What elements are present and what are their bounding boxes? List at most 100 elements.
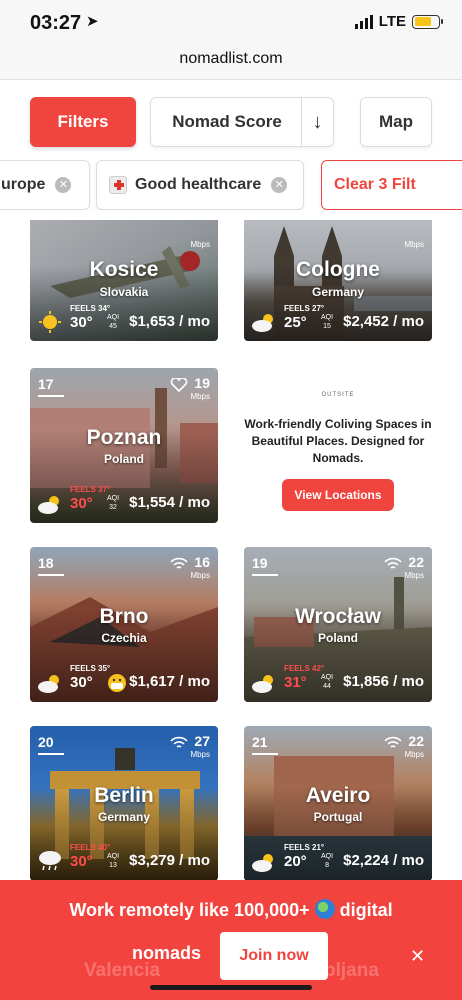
status-indicators: LTE xyxy=(354,13,443,30)
rank-underline xyxy=(38,574,64,576)
mask-face-icon xyxy=(108,674,126,692)
aqi: AQI 44 xyxy=(321,674,334,690)
aqi: AQI 13 xyxy=(107,853,120,869)
feels-like: FEELS 34° xyxy=(70,304,111,313)
city-card-kosice[interactable]: Mbps Kosice Slovakia FEELS 34° 30° AQI 45… xyxy=(30,220,218,341)
sort-select[interactable]: Nomad Score ↓ xyxy=(150,97,334,147)
close-icon[interactable]: ✕ xyxy=(410,946,425,967)
aqi: AQI 8 xyxy=(321,853,334,869)
feels-like: FEELS 42° xyxy=(284,664,325,673)
heart-icon[interactable] xyxy=(170,378,188,392)
sort-label[interactable]: Nomad Score xyxy=(151,98,303,146)
join-now-button[interactable]: Join now xyxy=(220,932,328,980)
feels-like: FEELS 27° xyxy=(284,304,325,313)
internet-speed: 22 xyxy=(408,733,424,749)
sort-direction-button[interactable]: ↓ xyxy=(301,98,333,146)
network-label: LTE xyxy=(378,13,406,30)
country-name: Poland xyxy=(103,452,144,466)
home-indicator[interactable] xyxy=(150,985,312,990)
speed-unit: Mbps xyxy=(404,750,424,759)
clear-filters-button[interactable]: Clear 3 Filt xyxy=(321,160,462,210)
active-filters: urope ✕ Good healthcare ✕ Clear 3 Filt xyxy=(0,160,462,210)
country-name: Portugal xyxy=(313,810,363,824)
location-arrow-icon: ➤ xyxy=(86,13,99,30)
globe-icon xyxy=(314,899,335,919)
cloud-sun-icon xyxy=(252,675,273,693)
city-name: Poznan xyxy=(86,426,162,449)
city-card-berlin[interactable]: 20 27 Mbps Berlin Germany FEELS 40° 30° … xyxy=(30,726,218,881)
internet-speed: 16 xyxy=(194,554,210,570)
temperature: 31° xyxy=(284,674,307,691)
hospital-icon xyxy=(109,176,127,194)
remove-filter-icon[interactable]: ✕ xyxy=(271,177,288,193)
cloud-sun-icon xyxy=(38,675,59,693)
promo-brand: OUTSITE xyxy=(321,392,355,398)
filters-button[interactable]: Filters xyxy=(30,97,136,147)
monthly-cost: $1,856 / mo xyxy=(343,673,424,690)
city-name: Aveiro xyxy=(305,784,371,807)
monthly-cost: $1,617 / mo xyxy=(129,673,210,690)
rank-underline xyxy=(252,753,278,755)
city-name: Wrocław xyxy=(295,605,381,628)
feels-like: FEELS 37° xyxy=(70,485,111,494)
chip-label: urope xyxy=(1,176,46,193)
city-name: Brno xyxy=(99,605,149,628)
rank: 18 xyxy=(38,555,54,571)
country-name: Germany xyxy=(97,810,151,824)
city-card-poznan[interactable]: 17 19 Mbps Poznan Poland FEELS 37° 30° A… xyxy=(30,368,218,523)
cloud-sun-icon xyxy=(252,314,273,332)
aqi: AQI 45 xyxy=(107,314,120,330)
map-button[interactable]: Map xyxy=(360,97,432,147)
internet-speed: 22 xyxy=(408,554,424,570)
rain-icon xyxy=(39,851,61,871)
monthly-cost: $2,452 / mo xyxy=(343,313,424,330)
ghost-city-right: bljana xyxy=(324,960,379,981)
internet-speed: 27 xyxy=(194,733,210,749)
city-name: Kosice xyxy=(89,258,159,281)
filter-chip-europe[interactable]: urope ✕ xyxy=(0,160,90,210)
city-card-cologne[interactable]: Mbps Cologne Germany FEELS 27° 25° AQI 15… xyxy=(244,220,432,341)
rank: 21 xyxy=(252,734,268,750)
controls-row: Filters Nomad Score ↓ Map xyxy=(0,97,462,147)
temperature: 30° xyxy=(70,314,93,331)
country-name: Slovakia xyxy=(99,285,149,299)
country-name: Germany xyxy=(311,285,365,299)
aqi: AQI 15 xyxy=(321,314,334,330)
internet-speed: 19 xyxy=(194,375,210,391)
city-card-brno[interactable]: 18 16 Mbps Brno Czechia FEELS 35° 30° $1… xyxy=(30,547,218,702)
url-text: nomadlist.com xyxy=(179,50,283,67)
address-bar[interactable]: nomadlist.com xyxy=(0,44,462,80)
monthly-cost: $1,653 / mo xyxy=(129,313,210,330)
temperature: 20° xyxy=(284,853,307,870)
speed-unit: Mbps xyxy=(190,571,210,580)
filter-chip-healthcare[interactable]: Good healthcare ✕ xyxy=(96,160,304,210)
cloud-sun-icon xyxy=(252,854,273,872)
sun-icon xyxy=(39,311,61,333)
banner-headline: Work remotely like 100,000+ digital xyxy=(69,899,393,920)
speed-unit: Mbps xyxy=(404,571,424,580)
battery-icon xyxy=(412,14,443,29)
city-card-wroclaw[interactable]: 19 22 Mbps Wrocław Poland FEELS 42° 31° … xyxy=(244,547,432,702)
status-time: 03:27 xyxy=(30,12,82,34)
speed-unit: Mbps xyxy=(190,750,210,759)
view-locations-button[interactable]: View Locations xyxy=(282,479,394,511)
temperature: 30° xyxy=(70,495,93,512)
remove-filter-icon[interactable]: ✕ xyxy=(55,177,72,193)
city-card-aveiro[interactable]: 21 22 Mbps Aveiro Portugal FEELS 21° 20°… xyxy=(244,726,432,881)
wifi-icon xyxy=(384,557,402,569)
country-name: Czechia xyxy=(101,631,147,645)
rank: 20 xyxy=(38,734,54,750)
city-name: Berlin xyxy=(94,784,154,807)
speed-unit: Mbps xyxy=(190,240,210,249)
feels-like: FEELS 35° xyxy=(70,664,111,673)
monthly-cost: $1,554 / mo xyxy=(129,494,210,511)
wifi-icon xyxy=(384,736,402,748)
aqi: AQI 32 xyxy=(107,495,120,511)
signup-banner: Valencia bljana Work remotely like 100,0… xyxy=(0,880,462,1000)
rank: 17 xyxy=(38,376,54,392)
signal-icon xyxy=(354,14,373,29)
temperature: 25° xyxy=(284,314,307,331)
temperature: 30° xyxy=(70,853,93,870)
rank-underline xyxy=(252,574,278,576)
temperature: 30° xyxy=(70,674,93,691)
